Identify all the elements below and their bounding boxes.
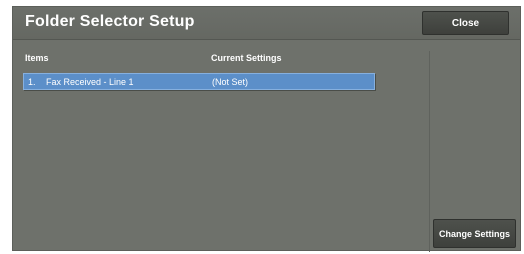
header-bar: Folder Selector Setup Close: [13, 7, 520, 40]
row-current-setting: (Not Set): [212, 77, 249, 87]
items-list: 1. Fax Received - Line 1 (Not Set): [23, 69, 429, 251]
close-button[interactable]: Close: [422, 11, 509, 35]
list-item-fax-received-line-1[interactable]: 1. Fax Received - Line 1 (Not Set): [23, 73, 375, 90]
change-settings-button[interactable]: Change Settings: [433, 219, 516, 248]
panel-divider: [429, 51, 430, 252]
page-title: Folder Selector Setup: [25, 13, 195, 30]
column-header-current-settings: Current Settings: [211, 53, 282, 63]
row-number: 1.: [28, 77, 36, 87]
folder-selector-setup-panel: Folder Selector Setup Close Items Curren…: [12, 6, 521, 252]
row-item-name: Fax Received - Line 1: [46, 77, 134, 87]
column-header-items: Items: [25, 53, 49, 63]
